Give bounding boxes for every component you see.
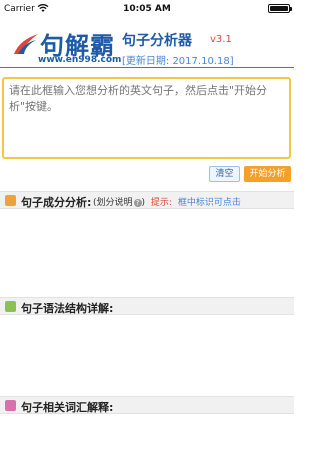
- app-version: v3.1: [210, 34, 232, 45]
- app-header: 句解霸 www.en998.com 句子分析器 v3.1 [更新日期: 2017…: [0, 18, 294, 68]
- tip-text: 框中标识可点击: [177, 198, 241, 208]
- app-title: 句子分析器: [122, 33, 192, 49]
- grammar-structure-header: 句子语法结构详解:: [0, 297, 294, 315]
- component-analysis-icon: [5, 195, 16, 206]
- sentence-input[interactable]: [2, 77, 291, 159]
- tip-label: 提示:: [150, 198, 172, 208]
- section-title: 句子语法结构详解:: [21, 302, 114, 315]
- vocabulary-book-icon: [5, 400, 16, 411]
- grammar-structure-result[interactable]: [0, 315, 294, 395]
- section-title: 句子成分分析:: [21, 196, 92, 209]
- section-notes: (划分说明?) 提示: 框中标识可点击: [93, 195, 241, 208]
- battery-icon: [268, 4, 292, 13]
- logo-swoosh-icon: [14, 34, 38, 54]
- division-help-link[interactable]: (划分说明?): [93, 198, 145, 208]
- start-analysis-button[interactable]: 开始分析: [244, 166, 291, 182]
- vocabulary-result[interactable]: [0, 414, 294, 455]
- section-title: 句子相关词汇解释:: [21, 401, 114, 414]
- clear-button[interactable]: 清空: [209, 166, 240, 182]
- help-icon[interactable]: ?: [133, 198, 142, 207]
- help-link-label: (划分说明: [93, 198, 133, 208]
- clock: 10:05 AM: [123, 4, 171, 14]
- update-date: [更新日期: 2017.10.18]: [122, 56, 234, 67]
- status-bar: Carrier 10:05 AM: [0, 0, 294, 18]
- grammar-structure-icon: [5, 301, 16, 312]
- logo-website: www.en998.com: [38, 55, 122, 65]
- vocabulary-header: 句子相关词汇解释:: [0, 396, 294, 414]
- component-analysis-result[interactable]: [0, 209, 294, 297]
- help-link-close: ): [141, 198, 146, 208]
- header-divider: [0, 67, 294, 68]
- component-analysis-header: 句子成分分析: (划分说明?) 提示: 框中标识可点击: [0, 191, 294, 209]
